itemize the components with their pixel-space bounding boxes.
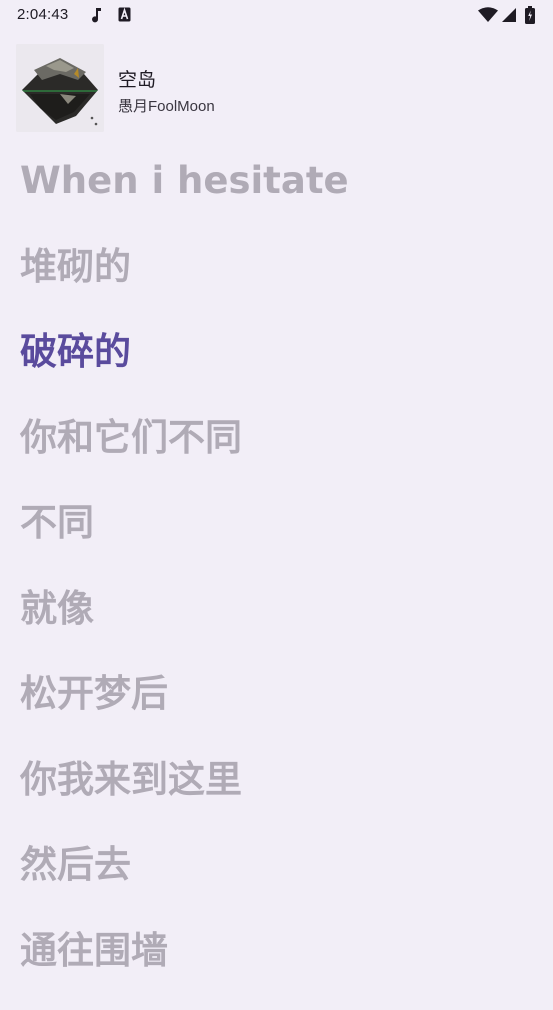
lyric-line[interactable]: 堆砌的 bbox=[20, 241, 540, 327]
lyric-line[interactable]: 你我来到这里 bbox=[20, 754, 540, 840]
lyrics-list[interactable]: When i hesitate 堆砌的 破碎的 你和它们不同 不同 就像 松开梦… bbox=[20, 155, 540, 1010]
lyric-line-current[interactable]: 破碎的 bbox=[20, 326, 540, 412]
battery-icon bbox=[525, 6, 535, 28]
song-artist: 愚月FoolMoon bbox=[118, 95, 215, 116]
lyric-line[interactable]: 你和它们不同 bbox=[20, 412, 540, 498]
lyric-line[interactable]: When i hesitate bbox=[20, 155, 540, 241]
music-note-icon bbox=[90, 7, 104, 27]
lyric-line[interactable]: 松开梦后 bbox=[20, 668, 540, 754]
status-time: 2:04:43 bbox=[17, 6, 68, 23]
lyric-line[interactable]: 就像 bbox=[20, 583, 540, 669]
lyric-line[interactable]: 然后去 bbox=[20, 839, 540, 925]
wifi-icon bbox=[478, 7, 498, 27]
song-title: 空岛 bbox=[118, 65, 156, 92]
signal-icon bbox=[501, 7, 517, 27]
lyric-line[interactable]: 不同 bbox=[20, 497, 540, 583]
lyric-line[interactable]: 通往围墙 bbox=[20, 925, 540, 1010]
status-bar: 2:04:43 bbox=[0, 0, 553, 30]
album-art[interactable] bbox=[16, 44, 104, 132]
a-box-icon bbox=[118, 7, 131, 26]
